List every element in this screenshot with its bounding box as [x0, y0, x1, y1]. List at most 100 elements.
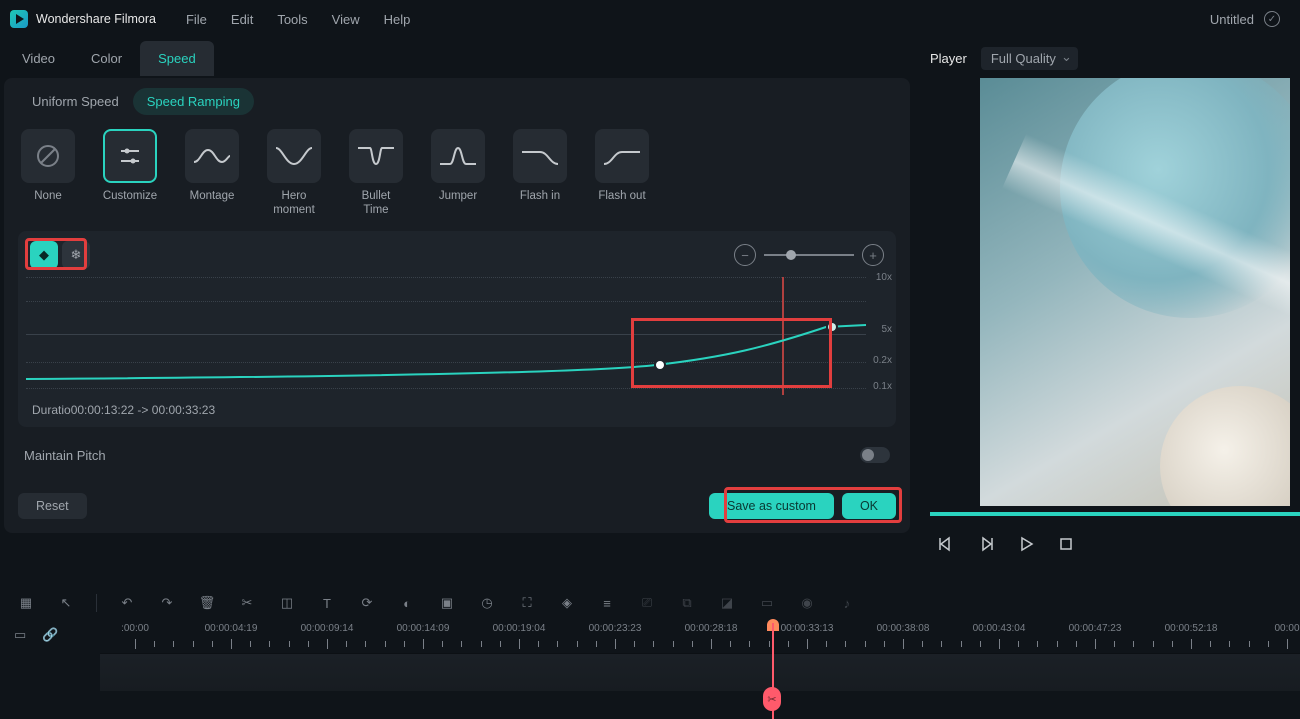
- crop-icon[interactable]: ◫: [277, 593, 297, 613]
- preset-bullet-time[interactable]: Bullet Time: [346, 129, 406, 217]
- ruler-label-7: 00:00:33:13: [781, 623, 834, 634]
- preset-customize-label: Customize: [103, 189, 157, 203]
- timeline-ruler[interactable]: :00:00 00:00:04:19 00:00:09:14 00:00:14:…: [100, 623, 1300, 653]
- record-icon: ◉: [797, 593, 817, 613]
- ylabel-01x: 0.1x: [873, 381, 892, 392]
- separator: [96, 594, 97, 612]
- greenscreen-icon[interactable]: ▣: [437, 593, 457, 613]
- menubar: Wondershare Filmora File Edit Tools View…: [0, 0, 1300, 38]
- duration-from: 00:00:13:22: [71, 403, 134, 417]
- inspector-panel: Video Color Speed Uniform Speed Speed Ra…: [0, 38, 920, 583]
- speed-card: Uniform Speed Speed Ramping None Customi…: [4, 78, 910, 533]
- menu-help[interactable]: Help: [384, 12, 411, 27]
- preset-none[interactable]: None: [18, 129, 78, 217]
- mask-icon: ◪: [717, 593, 737, 613]
- ramp-graph-card: ◆ ❄ − + 10x 5x 0.2: [18, 231, 896, 427]
- preset-jumper-label: Jumper: [439, 189, 477, 203]
- undo-icon[interactable]: ↶: [117, 593, 137, 613]
- keyframe-icon[interactable]: ◈: [557, 593, 577, 613]
- play-backward-button[interactable]: [974, 532, 998, 556]
- timeline-track-1[interactable]: [100, 653, 1300, 691]
- freeze-frame-button[interactable]: ❄: [62, 241, 90, 269]
- tab-video[interactable]: Video: [4, 41, 73, 76]
- tab-uniform-speed[interactable]: Uniform Speed: [18, 88, 133, 115]
- ok-button[interactable]: OK: [842, 493, 896, 519]
- app-logo-icon: [10, 10, 28, 28]
- ramp-graph[interactable]: 10x 5x 0.2x 0.1x: [26, 277, 866, 395]
- tab-speed-ramping[interactable]: Speed Ramping: [133, 88, 254, 115]
- prev-frame-button[interactable]: [934, 532, 958, 556]
- cut-icon[interactable]: ✂: [237, 593, 257, 613]
- track-link-icon[interactable]: 🔗: [42, 627, 58, 643]
- play-button[interactable]: [1014, 532, 1038, 556]
- maintain-pitch-toggle[interactable]: [860, 447, 890, 463]
- preset-jumper[interactable]: Jumper: [428, 129, 488, 217]
- color-icon[interactable]: ◐: [397, 593, 417, 613]
- quality-select[interactable]: Full Quality: [981, 47, 1078, 70]
- ruler-label-1: 00:00:04:19: [205, 623, 258, 634]
- video-preview[interactable]: [980, 78, 1290, 506]
- stop-button[interactable]: [1054, 532, 1078, 556]
- speed-mode-tabs: Uniform Speed Speed Ramping: [4, 78, 910, 123]
- track-media-icon[interactable]: ▭: [14, 627, 26, 643]
- menu-view[interactable]: View: [332, 12, 360, 27]
- zoom-slider[interactable]: [764, 254, 854, 256]
- menu-edit[interactable]: Edit: [231, 12, 253, 27]
- player-controls: [920, 516, 1300, 556]
- tab-speed[interactable]: Speed: [140, 41, 214, 76]
- preset-flash-out[interactable]: Flash out: [592, 129, 652, 217]
- render-icon: ▭: [757, 593, 777, 613]
- ramping-presets: None Customize Montage Hero moment Bulle…: [4, 123, 910, 221]
- tab-color[interactable]: Color: [73, 41, 140, 76]
- graph-tools: ◆ ❄ − +: [18, 231, 896, 273]
- menu-tools[interactable]: Tools: [277, 12, 307, 27]
- duration-to: 00:00:33:23: [152, 403, 215, 417]
- music-icon: ♪: [837, 593, 857, 613]
- add-keyframe-button[interactable]: ◆: [30, 241, 58, 269]
- cloud-sync-icon[interactable]: [1264, 11, 1280, 27]
- inspector-tabs: Video Color Speed: [4, 38, 916, 78]
- preset-hero-label: Hero moment: [273, 189, 315, 217]
- graph-zoom: − +: [734, 244, 884, 266]
- maintain-pitch-row: Maintain Pitch: [4, 427, 910, 463]
- preset-hero-moment[interactable]: Hero moment: [264, 129, 324, 217]
- timeline-toolbar: ▦ ↖ ↶ ↷ 🗑 ✂ ◫ T ⟳ ◐ ▣ ◷ ⛶ ◈ ≡ ⎚ ⧉ ◪ ▭ ◉ …: [0, 583, 1300, 623]
- delete-icon[interactable]: 🗑: [197, 593, 217, 613]
- zoom-out-button[interactable]: −: [734, 244, 756, 266]
- duration-label: Duratio: [32, 403, 71, 417]
- reset-button[interactable]: Reset: [18, 493, 87, 519]
- ylabel-10x: 10x: [876, 272, 892, 283]
- ruler-label-8: 00:00:38:08: [877, 623, 930, 634]
- menu-file[interactable]: File: [186, 12, 207, 27]
- ramp-curve: [26, 277, 866, 395]
- fit-icon[interactable]: ⛶: [517, 593, 537, 613]
- zoom-in-button[interactable]: +: [862, 244, 884, 266]
- audio-mixer-icon: ⎚: [637, 593, 657, 613]
- document-title: Untitled: [1210, 12, 1254, 27]
- preset-none-label: None: [34, 189, 62, 203]
- ruler-label-5: 00:00:23:23: [589, 623, 642, 634]
- preset-flashout-label: Flash out: [598, 189, 645, 203]
- group-icon: ⧉: [677, 593, 697, 613]
- speed-icon[interactable]: ⟳: [357, 593, 377, 613]
- save-custom-button[interactable]: Save as custom: [709, 493, 834, 519]
- pointer-icon[interactable]: ↖: [56, 593, 76, 613]
- text-icon[interactable]: T: [317, 593, 337, 613]
- ruler-label-3: 00:00:14:09: [397, 623, 450, 634]
- player-panel: Player Full Quality: [920, 38, 1300, 583]
- redo-icon[interactable]: ↷: [157, 593, 177, 613]
- preset-flash-in[interactable]: Flash in: [510, 129, 570, 217]
- timeline: ▭ 🔗 :00:00 00:00:04:19 00:00:09:14 00:00…: [0, 623, 1300, 719]
- grid-view-icon[interactable]: ▦: [16, 593, 36, 613]
- preset-montage-label: Montage: [190, 189, 235, 203]
- preset-customize[interactable]: Customize: [100, 129, 160, 217]
- cut-marker-icon[interactable]: ✂: [763, 687, 781, 711]
- player-header: Player Full Quality: [920, 38, 1300, 78]
- ylabel-02x: 0.2x: [873, 355, 892, 366]
- timer-icon[interactable]: ◷: [477, 593, 497, 613]
- keyframe-1[interactable]: [656, 361, 664, 369]
- maintain-pitch-label: Maintain Pitch: [24, 448, 106, 463]
- adjust-icon[interactable]: ≡: [597, 593, 617, 613]
- player-label: Player: [930, 51, 967, 66]
- preset-montage[interactable]: Montage: [182, 129, 242, 217]
